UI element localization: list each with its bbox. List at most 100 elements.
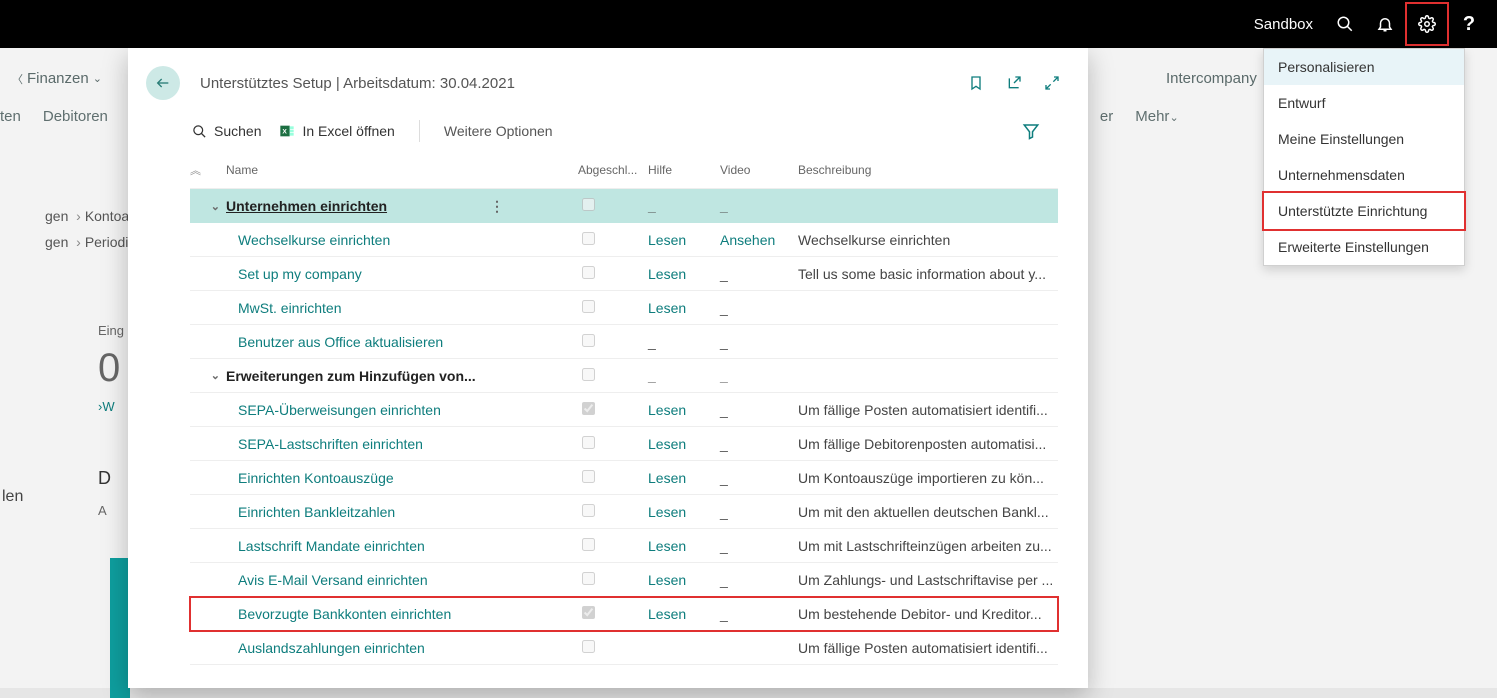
help-link[interactable]: Lesen (648, 470, 720, 486)
row-name[interactable]: Einrichten Kontoauszüge (226, 470, 578, 486)
expand-icon[interactable] (1044, 75, 1060, 91)
popout-icon[interactable] (1006, 75, 1022, 91)
row-name[interactable]: Wechselkurse einrichten (226, 232, 578, 248)
bg-crumb-2[interactable]: gen ›Periodis (45, 234, 135, 250)
completed-checkbox (582, 436, 595, 449)
bg-count-zero: 0 (98, 346, 124, 391)
filter-icon[interactable] (1022, 122, 1040, 140)
help-link[interactable]: Lesen (648, 402, 720, 418)
row-description: Um fällige Debitorenposten automatisi... (798, 436, 1058, 452)
menu-personalisieren[interactable]: Personalisieren (1264, 49, 1464, 85)
table-row[interactable]: Benutzer aus Office aktualisieren__ (190, 325, 1058, 359)
col-video[interactable]: Video (720, 163, 798, 177)
table-row[interactable]: SEPA-Lastschriften einrichtenLesen_Um fä… (190, 427, 1058, 461)
help-link[interactable]: Lesen (648, 436, 720, 452)
bg-crumb-1[interactable]: gen ›Kontoa (45, 208, 135, 224)
row-description: Um fällige Posten automatisiert identifi… (798, 640, 1058, 656)
table-row[interactable]: MwSt. einrichtenLesen_ (190, 291, 1058, 325)
bg-link-w[interactable]: ›W (98, 399, 124, 414)
help-link[interactable]: Lesen (648, 300, 720, 316)
row-name[interactable]: Set up my company (226, 266, 578, 282)
section-row[interactable]: ⌄Unternehmen einrichten⋮__ (190, 189, 1058, 223)
completed-checkbox (582, 334, 595, 347)
video-link: _ (720, 504, 798, 520)
help-icon[interactable]: ? (1449, 4, 1489, 44)
help-link[interactable]: Lesen (648, 266, 720, 282)
assisted-setup-modal: Unterstütztes Setup | Arbeitsdatum: 30.0… (128, 48, 1088, 688)
row-name[interactable]: Erweiterungen zum Hinzufügen von... (226, 368, 578, 384)
completed-checkbox (582, 470, 595, 483)
help-link[interactable]: Lesen (648, 232, 720, 248)
row-name[interactable]: MwSt. einrichten (226, 300, 578, 316)
row-description: Tell us some basic information about y..… (798, 266, 1058, 282)
table-row[interactable]: SEPA-Überweisungen einrichtenLesen_Um fä… (190, 393, 1058, 427)
open-in-excel[interactable]: X In Excel öffnen (279, 123, 394, 139)
bell-icon[interactable] (1365, 4, 1405, 44)
svg-text:X: X (283, 129, 288, 136)
col-help[interactable]: Hilfe (648, 163, 720, 177)
help-link[interactable]: Lesen (648, 504, 720, 520)
help-link: _ (648, 334, 720, 350)
completed-checkbox (582, 266, 595, 279)
chevron-down-icon[interactable]: ⌄ (211, 369, 220, 382)
row-name[interactable]: Einrichten Bankleitzahlen (226, 504, 578, 520)
back-button[interactable] (146, 66, 180, 100)
table-row[interactable]: Avis E-Mail Versand einrichten Lesen_Um Z… (190, 563, 1058, 597)
modal-title: Unterstütztes Setup | Arbeitsdatum: 30.0… (200, 75, 948, 92)
video-link[interactable]: Ansehen (720, 232, 798, 248)
row-name[interactable]: SEPA-Lastschriften einrichten (226, 436, 578, 452)
row-name[interactable]: Bevorzugte Bankkonten einrichten (226, 606, 578, 622)
row-description: Um mit den aktuellen deutschen Bankl... (798, 504, 1058, 520)
row-name[interactable]: Avis E-Mail Versand einrichten (226, 572, 578, 588)
completed-checkbox (582, 538, 595, 551)
video-link: _ (720, 606, 798, 622)
bg-heading-d: D (98, 468, 124, 489)
table-row[interactable]: Bevorzugte Bankkonten einrichtenLesen_Um… (190, 597, 1058, 631)
gear-icon[interactable] (1407, 4, 1447, 44)
nav-intercompany[interactable]: Intercompany⌄ (1166, 70, 1270, 87)
more-options[interactable]: Weitere Optionen (444, 123, 553, 139)
video-link: _ (720, 470, 798, 486)
menu-entwurf[interactable]: Entwurf (1264, 85, 1464, 121)
row-name[interactable]: Lastschrift Mandate einrichten (226, 538, 578, 554)
bg-mehr[interactable]: Mehr⌄ (1135, 108, 1178, 125)
menu-unternehmensdaten[interactable]: Unternehmensdaten (1264, 157, 1464, 193)
completed-checkbox (582, 198, 595, 211)
table-row[interactable]: Auslandszahlungen einrichten Um fällige P… (190, 631, 1058, 665)
help-link[interactable]: Lesen (648, 606, 720, 622)
row-description: Um Zahlungs- und Lastschriftavise per ..… (798, 572, 1058, 588)
video-link: _ (720, 266, 798, 282)
video-link: _ (720, 402, 798, 418)
col-name[interactable]: Name (226, 163, 578, 177)
row-name[interactable]: Benutzer aus Office aktualisieren (226, 334, 578, 350)
row-name[interactable]: Auslandszahlungen einrichten (226, 640, 578, 656)
table-row[interactable]: Set up my company Lesen_Tell us some basi… (190, 257, 1058, 291)
row-name[interactable]: SEPA-Überweisungen einrichten (226, 402, 578, 418)
menu-erweiterte-einstellungen[interactable]: Erweiterte Einstellungen (1264, 229, 1464, 265)
col-desc[interactable]: Beschreibung (798, 163, 1058, 177)
completed-checkbox (582, 606, 595, 619)
collapse-all-icon[interactable]: ︽ (190, 165, 201, 177)
menu-meine-einstellungen[interactable]: Meine Einstellungen (1264, 121, 1464, 157)
row-menu-icon[interactable]: ⋮ (490, 198, 504, 215)
nav-finanzen[interactable]: 〈Finanzen⌄ (12, 70, 102, 87)
chevron-down-icon[interactable]: ⌄ (211, 200, 220, 213)
help-link[interactable]: Lesen (648, 538, 720, 554)
row-description: Um mit Lastschrifteinzügen arbeiten zu..… (798, 538, 1058, 554)
help-link: _ (648, 368, 720, 384)
search-icon[interactable] (1325, 4, 1365, 44)
table-row[interactable]: Einrichten KontoauszügeLesen_Um Kontoaus… (190, 461, 1058, 495)
section-row[interactable]: ⌄Erweiterungen zum Hinzufügen von...__ (190, 359, 1058, 393)
video-link: _ (720, 572, 798, 588)
search-action[interactable]: Suchen (192, 123, 261, 139)
table-row[interactable]: Einrichten Bankleitzahlen Lesen_Um mit de… (190, 495, 1058, 529)
menu-unterstuetzte-einrichtung[interactable]: Unterstützte Einrichtung (1262, 191, 1466, 231)
bookmark-icon[interactable] (968, 75, 984, 91)
bg-debitoren[interactable]: Debitoren (43, 108, 108, 125)
help-link[interactable]: Lesen (648, 572, 720, 588)
table-row[interactable]: Wechselkurse einrichtenLesenAnsehenWechs… (190, 223, 1058, 257)
table-row[interactable]: Lastschrift Mandate einrichtenLesen_Um m… (190, 529, 1058, 563)
row-name[interactable]: Unternehmen einrichten (226, 198, 578, 214)
topbar: Sandbox ? (0, 0, 1497, 48)
col-done[interactable]: Abgeschl... (578, 163, 648, 177)
